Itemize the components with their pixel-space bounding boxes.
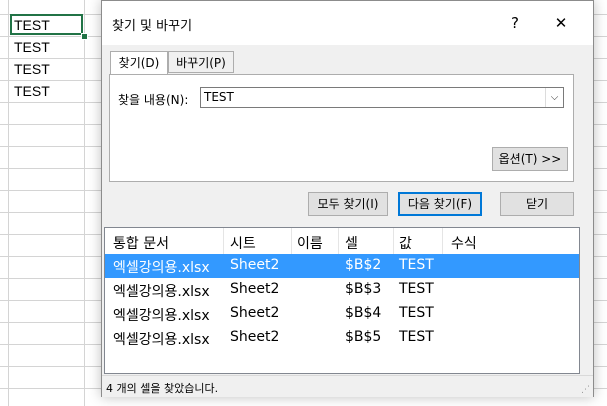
result-row[interactable]: 엑셀강의용.xlsx Sheet2 $B$4 TEST [105,302,579,326]
resize-grip-icon[interactable]: ⋰ [581,385,591,395]
find-what-label: 찾을 내용(N): [118,93,189,107]
result-sheet: Sheet2 [230,281,280,297]
tab-replace[interactable]: 바꾸기(P) [168,51,234,73]
result-cell: $B$2 [345,257,382,273]
find-next-button[interactable]: 다음 찾기(F) [398,192,482,216]
status-text: 4 개의 셀을 찾았습니다. [106,382,219,395]
result-sheet: Sheet2 [230,305,280,321]
column-separator[interactable] [393,228,394,254]
help-button[interactable]: ? [500,11,530,35]
column-separator[interactable] [223,228,224,254]
cell-b3[interactable]: TEST [14,39,50,55]
result-cell: $B$4 [345,305,382,321]
result-workbook: 엑셀강의용.xlsx [113,308,210,324]
result-row[interactable]: 엑셀강의용.xlsx Sheet2 $B$5 TEST [105,326,579,350]
column-separator[interactable] [442,228,443,254]
result-value: TEST [399,305,434,321]
close-icon[interactable]: ✕ [546,11,576,35]
column-header-cell[interactable]: 셀 [345,233,358,253]
find-all-button[interactable]: 모두 찾기(I) [308,192,388,216]
column-header-value[interactable]: 값 [399,233,412,253]
find-replace-dialog: 찾기 및 바꾸기 ? ✕ 찾기(D) 바꾸기(P) 찾을 내용(N): TEST… [101,0,594,397]
result-row[interactable]: 엑셀강의용.xlsx Sheet2 $B$2 TEST [105,254,579,278]
results-scrollbar[interactable] [580,227,593,374]
grid-line [8,0,9,406]
result-cell: $B$5 [345,329,382,345]
column-header-workbook[interactable]: 통합 문서 [113,233,169,253]
result-sheet: Sheet2 [230,329,280,345]
result-workbook: 엑셀강의용.xlsx [113,332,210,348]
column-header-name[interactable]: 이름 [297,233,323,253]
result-value: TEST [399,281,434,297]
chevron-down-icon[interactable]: ⌵ [545,88,563,107]
results-header: 통합 문서 시트 이름 셀 값 수식 [105,228,579,254]
dialog-titlebar[interactable]: 찾기 및 바꾸기 ? ✕ [102,1,593,45]
column-header-formula[interactable]: 수식 [451,233,477,253]
close-button[interactable]: 닫기 [500,192,574,216]
cell-b5[interactable]: TEST [14,83,50,99]
cell-b2[interactable]: TEST [14,17,50,33]
status-bar: 4 개의 셀을 찾았습니다. ⋰ [102,375,593,397]
results-list[interactable]: 통합 문서 시트 이름 셀 값 수식 엑셀강의용.xlsx Sheet2 $B$… [104,227,580,374]
options-button[interactable]: 옵션(T) >> [492,147,568,171]
result-value: TEST [399,329,434,345]
grid-line [84,0,85,406]
fill-handle[interactable] [81,33,88,40]
result-workbook: 엑셀강의용.xlsx [113,284,210,300]
result-cell: $B$3 [345,281,382,297]
column-separator[interactable] [291,228,292,254]
dialog-title: 찾기 및 바꾸기 [112,19,193,34]
result-sheet: Sheet2 [230,257,280,273]
result-row[interactable]: 엑셀강의용.xlsx Sheet2 $B$3 TEST [105,278,579,302]
find-what-value: TEST [204,90,234,104]
cell-b4[interactable]: TEST [14,61,50,77]
find-what-input[interactable]: TEST ⌵ [200,87,564,108]
result-value: TEST [399,257,434,273]
column-separator[interactable] [338,228,339,254]
result-workbook: 엑셀강의용.xlsx [113,260,210,276]
tab-find[interactable]: 찾기(D) [110,51,168,75]
column-header-sheet[interactable]: 시트 [230,233,256,253]
find-panel: 찾을 내용(N): TEST ⌵ 옵션(T) >> [109,74,574,182]
